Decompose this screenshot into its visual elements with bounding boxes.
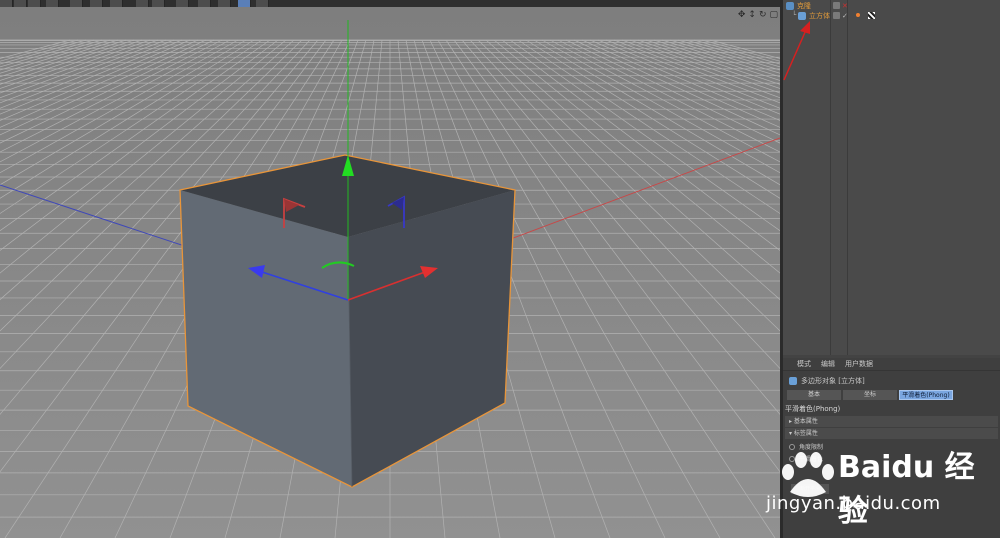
attribute-header: 多边形对象 [立方体] [789, 375, 865, 387]
menu-user-data[interactable]: 用户数据 [845, 359, 873, 369]
toolbar-button[interactable] [218, 0, 231, 7]
menu-mode[interactable]: 模式 [797, 359, 811, 369]
object-header-text: 多边形对象 [立方体] [801, 377, 865, 385]
tab-phong[interactable]: 平滑着色(Phong) [899, 390, 953, 400]
object-row-cube[interactable]: └ 立方体 ✓ [783, 11, 1000, 21]
watermark-logo-text: Baidu 经验 [838, 450, 975, 529]
check-icon[interactable]: ✓ [842, 11, 848, 21]
cube-object-icon [798, 12, 806, 20]
menu-edit[interactable]: 编辑 [821, 359, 835, 369]
baidu-paw-logo [782, 452, 834, 497]
attribute-tab-buttons: 基本 坐标 平滑着色(Phong) [787, 390, 953, 400]
3d-viewport[interactable]: ✥ ↕ ↻ ▢ [0, 7, 780, 538]
object-row-clone[interactable]: 克隆 ✕ [783, 1, 1000, 11]
move-icon[interactable]: ✥ [738, 10, 746, 20]
viewport-scene [0, 7, 780, 538]
toolbar-button[interactable] [136, 0, 149, 7]
toolbar-button[interactable] [238, 0, 251, 7]
watermark-url: jingyan.baidu.com [766, 493, 941, 514]
toolbar-button[interactable] [110, 0, 123, 7]
toolbar-button[interactable] [256, 0, 269, 7]
toolbar-button[interactable] [90, 0, 103, 7]
attribute-menu: 模式 编辑 用户数据 [783, 358, 1000, 371]
column-divider [830, 0, 831, 355]
toolbar-button[interactable] [70, 0, 83, 7]
object-name: 立方体 [809, 12, 830, 20]
clone-object-icon [786, 2, 794, 10]
tab-coordinates[interactable]: 坐标 [843, 390, 897, 400]
toolbar-button[interactable] [28, 0, 41, 7]
visibility-toggle-icon[interactable] [833, 2, 840, 9]
object-name: 克隆 [797, 2, 811, 10]
polygon-object-icon [789, 377, 797, 385]
visibility-toggle-icon[interactable] [833, 12, 840, 19]
toolbar-button[interactable] [0, 0, 13, 7]
toolbar-button[interactable] [176, 0, 189, 7]
tab-basic[interactable]: 基本 [787, 390, 841, 400]
texture-tag-icon[interactable] [868, 12, 875, 19]
section-basic-properties[interactable]: ▸ 基本属性 [785, 416, 998, 427]
tree-branch-icon: └ [792, 11, 797, 19]
disable-icon[interactable]: ✕ [842, 1, 848, 11]
toolbar-button[interactable] [46, 0, 59, 7]
viewport-nav: ✥ ↕ ↻ ▢ [738, 9, 778, 21]
top-toolbar [0, 0, 780, 7]
toolbar-button[interactable] [14, 0, 27, 7]
toolbar-button[interactable] [152, 0, 165, 7]
phong-tag-icon[interactable] [856, 13, 860, 17]
column-divider [847, 0, 848, 355]
section-title: 平滑着色(Phong) [785, 405, 841, 413]
zoom-icon[interactable]: ↕ [748, 10, 756, 20]
cinema4d-window: ✥ ↕ ↻ ▢ 克隆 ✕ └ 立方体 ✓ 模式 编辑 用户数据 多边形对象 [立… [0, 0, 1000, 538]
rotate-icon[interactable]: ↻ [759, 10, 767, 20]
toolbar-button[interactable] [198, 0, 211, 7]
object-manager: 克隆 ✕ └ 立方体 ✓ [783, 0, 1000, 355]
maximize-icon[interactable]: ▢ [769, 10, 778, 20]
section-label: 基本属性 [793, 418, 818, 425]
